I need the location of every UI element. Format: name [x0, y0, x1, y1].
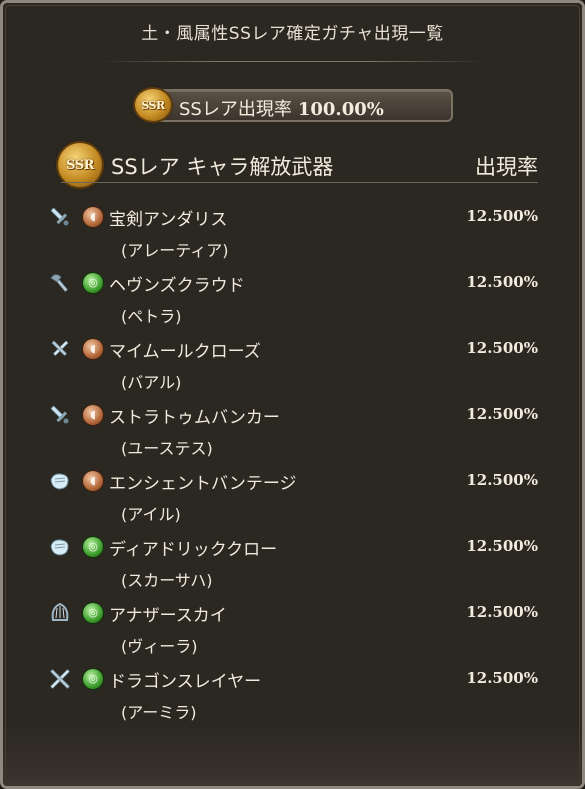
weapon-rate: 12.500% — [466, 405, 538, 423]
character-name: (アーミラ) — [121, 703, 197, 722]
wind-element-icon: ◎ — [83, 537, 103, 557]
ssr-badge-icon: SSR — [135, 89, 171, 121]
wind-element-icon: ◎ — [83, 603, 103, 623]
weapon-name: ヘヴンズクラウド — [109, 276, 245, 296]
section-rate-label: 出現率 — [475, 155, 538, 179]
character-name: (ヴィーラ) — [121, 637, 198, 656]
character-name: (ユーステス) — [121, 439, 213, 458]
ssr-section-badge-text: SSR — [66, 157, 94, 173]
axe-icon — [47, 270, 73, 296]
ssr-rate-banner: SSレア出現率 100.00% — [151, 89, 453, 122]
character-name: (ペトラ) — [121, 307, 182, 326]
weapon-list-item: ◖ エンシェントバンテージ (アイル) 12.500% — [3, 464, 582, 530]
harp-icon — [47, 600, 73, 626]
weapon-list-item: ◖ 宝剣アンダリス (アレーティア) 12.500% — [3, 200, 582, 266]
ssr-rate-label: SSレア出現率 — [179, 99, 292, 120]
character-name: (アレーティア) — [121, 241, 229, 260]
character-name: (バアル) — [121, 373, 182, 392]
ssr-rate-text: SSレア出現率 100.00% — [179, 95, 384, 121]
fist-icon — [47, 468, 73, 494]
gacha-rate-window: 土・風属性SSレア確定ガチャ出現一覧 SSレア出現率 100.00% SSR SS… — [0, 0, 585, 789]
weapon-rate: 12.500% — [466, 471, 538, 489]
weapon-name: アナザースカイ — [109, 606, 227, 626]
weapon-list-item: ◖ マイムールクローズ (バアル) 12.500% — [3, 332, 582, 398]
section-divider — [61, 182, 538, 183]
page-title: 土・風属性SSレア確定ガチャ出現一覧 — [141, 24, 444, 44]
weapon-rate: 12.500% — [466, 273, 538, 291]
weapon-name: 宝剣アンダリス — [109, 210, 228, 230]
wind-element-icon: ◎ — [83, 273, 103, 293]
ssr-rate-value: 100.00% — [297, 99, 384, 120]
weapon-rate: 12.500% — [466, 207, 538, 225]
earth-element-icon: ◖ — [83, 339, 103, 359]
earth-element-icon: ◖ — [83, 471, 103, 491]
weapon-list-item: ◖ ストラトゥムバンカー (ユーステス) 12.500% — [3, 398, 582, 464]
weapon-rate: 12.500% — [466, 537, 538, 555]
weapon-list-item: ◎ ディアドリッククロー (スカーサハ) 12.500% — [3, 530, 582, 596]
weapon-rate: 12.500% — [466, 603, 538, 621]
sword-icon — [47, 204, 73, 230]
dagger-icon — [47, 336, 73, 362]
fist-icon — [47, 534, 73, 560]
earth-element-icon: ◖ — [83, 207, 103, 227]
ssr-badge-text: SSR — [141, 98, 165, 112]
weapon-name: エンシェントバンテージ — [109, 474, 297, 494]
section-title: SSレア キャラ解放武器 — [111, 155, 334, 179]
weapon-name: ストラトゥムバンカー — [109, 408, 280, 428]
header-divider — [98, 61, 487, 62]
weapon-list-item: ◎ ヘヴンズクラウド (ペトラ) 12.500% — [3, 266, 582, 332]
character-name: (スカーサハ) — [121, 571, 213, 590]
weapon-name: ディアドリッククロー — [109, 540, 278, 560]
weapon-list-item: ◎ アナザースカイ (ヴィーラ) 12.500% — [3, 596, 582, 662]
sword-icon — [47, 402, 73, 428]
weapon-list-item: ◎ ドラゴンスレイヤー (アーミラ) 12.500% — [3, 662, 582, 728]
bottom-fade — [3, 726, 582, 786]
earth-element-icon: ◖ — [83, 405, 103, 425]
weapon-rate: 12.500% — [466, 339, 538, 357]
weapon-name: ドラゴンスレイヤー — [109, 672, 262, 692]
ssr-section-badge-icon: SSR — [58, 143, 102, 187]
weapon-rate: 12.500% — [466, 669, 538, 687]
crossed-swords-icon — [47, 666, 73, 692]
wind-element-icon: ◎ — [83, 669, 103, 689]
weapon-name: マイムールクローズ — [109, 342, 261, 362]
character-name: (アイル) — [121, 505, 181, 524]
